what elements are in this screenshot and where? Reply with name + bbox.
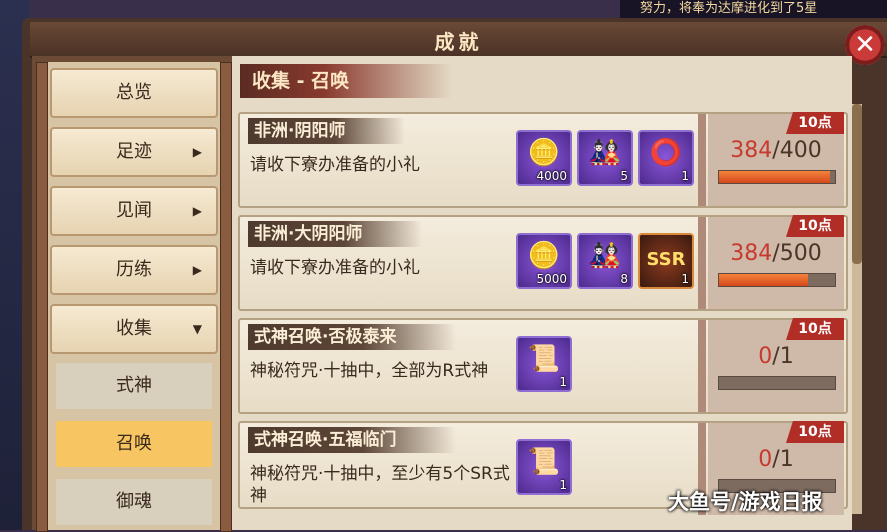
ssr-icon: SSR — [646, 249, 686, 270]
achievement-desc: 请收下寮办准备的小礼 — [250, 155, 420, 175]
sidebar-post-right — [220, 62, 232, 532]
sidebar-subitem-1[interactable]: 召唤 — [56, 421, 212, 467]
progress-bar — [718, 170, 836, 184]
progress-text: 0/1 — [708, 447, 844, 472]
progress-total: /1 — [772, 447, 794, 472]
close-icon: ✕ — [854, 30, 876, 60]
coin-bag-icon: 🪙 — [527, 138, 561, 168]
achievement-title: 非洲·大阴阳师 — [248, 221, 423, 247]
announcement-ticker: 努力，将奉为达摩进化到了5星 — [620, 0, 887, 18]
daruma-icon: 🎎 — [588, 241, 622, 271]
scrollbar-thumb[interactable] — [852, 104, 862, 264]
section-title: 收集 - 召唤 — [240, 64, 452, 98]
progress-current: 0 — [758, 447, 773, 472]
reward-item[interactable]: 🎎 5 — [577, 130, 633, 186]
sidebar-subitem-2[interactable]: 御魂 — [56, 479, 212, 525]
sidebar-item-1[interactable]: 足迹 ▶ — [50, 127, 218, 177]
reward-quantity: 5000 — [536, 272, 567, 286]
reward-item[interactable]: 🪙 4000 — [516, 130, 572, 186]
achievement-card[interactable]: 式神召唤·否极泰来神秘符咒·十抽中，全部为R式神 📜 1 10点 0/1 — [238, 318, 848, 414]
progress-current: 384 — [730, 241, 773, 266]
points-badge: 10点 — [786, 215, 844, 237]
reward-quantity: 1 — [559, 478, 567, 492]
achievement-title: 非洲·阴阳师 — [248, 118, 406, 144]
sidebar-item-label: 见闻 — [116, 200, 152, 221]
chevron-right-icon: ▶ — [192, 204, 202, 218]
points-badge: 10点 — [786, 421, 844, 443]
achievement-desc: 神秘符咒·十抽中，至少有5个SR式神 — [250, 464, 510, 506]
title-bar: 成就 — [30, 22, 887, 58]
achievement-desc: 请收下寮办准备的小礼 — [250, 258, 420, 278]
points-badge: 10点 — [786, 318, 844, 340]
progress-box: 10点 384/400 — [708, 112, 844, 206]
sidebar-item-3[interactable]: 历练 ▶ — [50, 245, 218, 295]
progress-total: /1 — [772, 344, 794, 369]
reward-item[interactable]: 📜 1 — [516, 336, 572, 392]
progress-total: /400 — [772, 138, 822, 163]
progress-box: 10点 384/500 — [708, 215, 844, 309]
progress-current: 0 — [758, 344, 773, 369]
progress-bar-fill — [719, 274, 809, 286]
reward-quantity: 1 — [681, 272, 689, 286]
achievement-card[interactable]: 非洲·大阴阳师 请收下寮办准备的小礼 🪙 5000 🎎 8 SSR 1 10点 384/500 — [238, 215, 848, 311]
sidebar-item-label: 足迹 — [116, 141, 152, 162]
chevron-down-icon: ▼ — [192, 322, 202, 336]
bead-ring-icon: ⭕ — [649, 138, 683, 168]
mystery-talisman-icon: 📜 — [527, 447, 561, 477]
achievement-card[interactable]: 非洲·阴阳师 请收下寮办准备的小礼 🪙 4000 🎎 5 ⭕ 1 10点 384/400 — [238, 112, 848, 208]
sidebar-item-label: 收集 — [116, 318, 152, 339]
achievement-desc: 神秘符咒·十抽中，全部为R式神 — [250, 361, 489, 381]
sidebar-item-0[interactable]: 总览 — [50, 68, 218, 118]
progress-text: 384/500 — [708, 241, 844, 266]
sidebar-subitem-0[interactable]: 式神 — [56, 363, 212, 409]
progress-bar — [718, 273, 836, 287]
achievement-title: 式神召唤·五福临门 — [248, 427, 457, 453]
progress-bar — [718, 376, 836, 390]
reward-quantity: 4000 — [536, 169, 567, 183]
mystery-talisman-icon: 📜 — [527, 344, 561, 374]
progress-bar-fill — [719, 171, 831, 183]
card-divider — [698, 320, 706, 412]
reward-quantity: 1 — [559, 375, 567, 389]
sidebar-item-2[interactable]: 见闻 ▶ — [50, 186, 218, 236]
sidebar-item-4[interactable]: 收集 ▼ — [50, 304, 218, 354]
progress-current: 384 — [730, 138, 773, 163]
reward-item[interactable]: ⭕ 1 — [638, 130, 694, 186]
window-title: 成就 — [434, 30, 483, 54]
sidebar-post-left — [36, 62, 48, 532]
reward-item[interactable]: 📜 1 — [516, 439, 572, 495]
reward-quantity: 5 — [620, 169, 628, 183]
sidebar-item-label: 历练 — [116, 259, 152, 280]
reward-item[interactable]: 🪙 5000 — [516, 233, 572, 289]
daruma-icon: 🎎 — [588, 138, 622, 168]
chevron-right-icon: ▶ — [192, 145, 202, 159]
progress-box: 10点 0/1 — [708, 318, 844, 412]
points-badge: 10点 — [786, 112, 844, 134]
reward-item[interactable]: 🎎 8 — [577, 233, 633, 289]
card-divider — [698, 217, 706, 309]
achievement-title: 式神召唤·否极泰来 — [248, 324, 457, 350]
coin-bag-icon: 🪙 — [527, 241, 561, 271]
watermark: 大鱼号/游戏日报 — [668, 490, 823, 514]
progress-text: 384/400 — [708, 138, 844, 163]
progress-total: /500 — [772, 241, 822, 266]
chevron-right-icon: ▶ — [192, 263, 202, 277]
sidebar-item-label: 总览 — [116, 82, 152, 103]
reward-quantity: 1 — [681, 169, 689, 183]
progress-text: 0/1 — [708, 344, 844, 369]
reward-quantity: 8 — [620, 272, 628, 286]
card-divider — [698, 114, 706, 206]
reward-item[interactable]: SSR 1 — [638, 233, 694, 289]
